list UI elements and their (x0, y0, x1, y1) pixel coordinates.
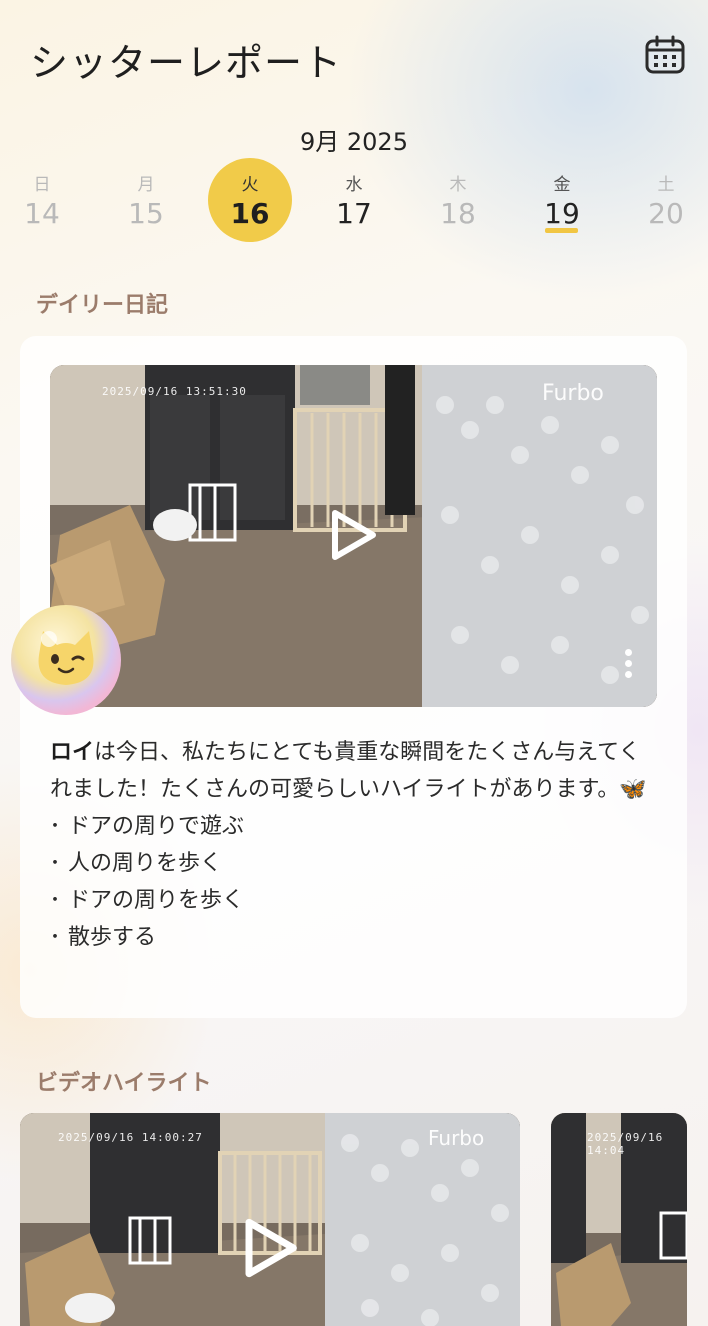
day-of-week: 水 (345, 175, 363, 195)
day-sun-14[interactable]: 日 14 (0, 158, 84, 242)
pet-name: ロイ (50, 740, 95, 765)
day-of-week: 月 (137, 175, 155, 195)
highlight-video-1[interactable]: 2025/09/16 14:00:27 Furbo (20, 1113, 520, 1326)
list-item: ドアの周りを歩く (46, 882, 650, 919)
page-title: シッターレポート (30, 41, 343, 85)
play-icon[interactable] (235, 1213, 305, 1283)
diary-text: ロイは今日、私たちにとても貴重な瞬間をたくさん与えてくれました！たくさんの可愛ら… (46, 734, 650, 956)
week-strip: 日 14 月 15 火 16 水 17 木 18 金 19 土 20 (0, 158, 708, 248)
day-wed-17[interactable]: 水 17 (312, 158, 396, 242)
day-sat-20[interactable]: 土 20 (624, 158, 708, 242)
list-item: ドアの周りで遊ぶ (46, 808, 650, 845)
day-of-week: 土 (657, 175, 675, 195)
today-indicator (545, 228, 578, 233)
diary-summary: ロイは今日、私たちにとても貴重な瞬間をたくさん与えてくれました！たくさんの可愛ら… (50, 734, 650, 808)
section-title-video-highlights: ビデオハイライト (36, 1071, 212, 1096)
day-mon-15[interactable]: 月 15 (104, 158, 188, 242)
pet-avatar-icon (11, 605, 121, 715)
day-of-week: 木 (449, 175, 467, 195)
day-of-week: 火 (241, 175, 259, 195)
list-item: 人の周りを歩く (46, 845, 650, 882)
daily-diary-video[interactable]: 2025/09/16 13:51:30 Furbo (50, 365, 657, 707)
calendar-icon[interactable] (644, 34, 686, 76)
list-item: 散歩する (46, 919, 650, 956)
kebab-menu-icon[interactable] (623, 649, 633, 685)
video-timestamp: 2025/09/16 14:00:27 (58, 1131, 203, 1144)
month-label: 9月 2025 (300, 128, 408, 156)
day-number: 15 (128, 197, 164, 230)
video-timestamp: 2025/09/16 13:51:30 (102, 385, 247, 398)
day-tue-16[interactable]: 火 16 (208, 158, 292, 242)
day-of-week: 金 (553, 175, 571, 195)
furbo-logo: Furbo (542, 381, 604, 406)
day-number: 17 (336, 197, 372, 230)
video-timestamp: 2025/09/16 14:04 (587, 1131, 664, 1157)
highlights-list: ドアの周りで遊ぶ 人の周りを歩く ドアの周りを歩く 散歩する (46, 808, 650, 956)
day-number: 18 (440, 197, 476, 230)
day-number: 16 (230, 197, 270, 230)
play-icon[interactable] (323, 505, 383, 565)
day-of-week: 日 (33, 175, 51, 195)
furbo-logo: Furbo (428, 1126, 485, 1150)
day-thu-18[interactable]: 木 18 (416, 158, 500, 242)
section-title-daily-diary: デイリー日記 (36, 293, 169, 318)
day-number: 19 (544, 197, 580, 230)
highlight-video-2[interactable]: 2025/09/16 14:04 (551, 1113, 687, 1326)
summary-text: は今日、私たちにとても貴重な瞬間をたくさん与えてくれました！たくさんの可愛らしい… (50, 740, 647, 802)
day-number: 14 (24, 197, 60, 230)
day-number: 20 (648, 197, 684, 230)
